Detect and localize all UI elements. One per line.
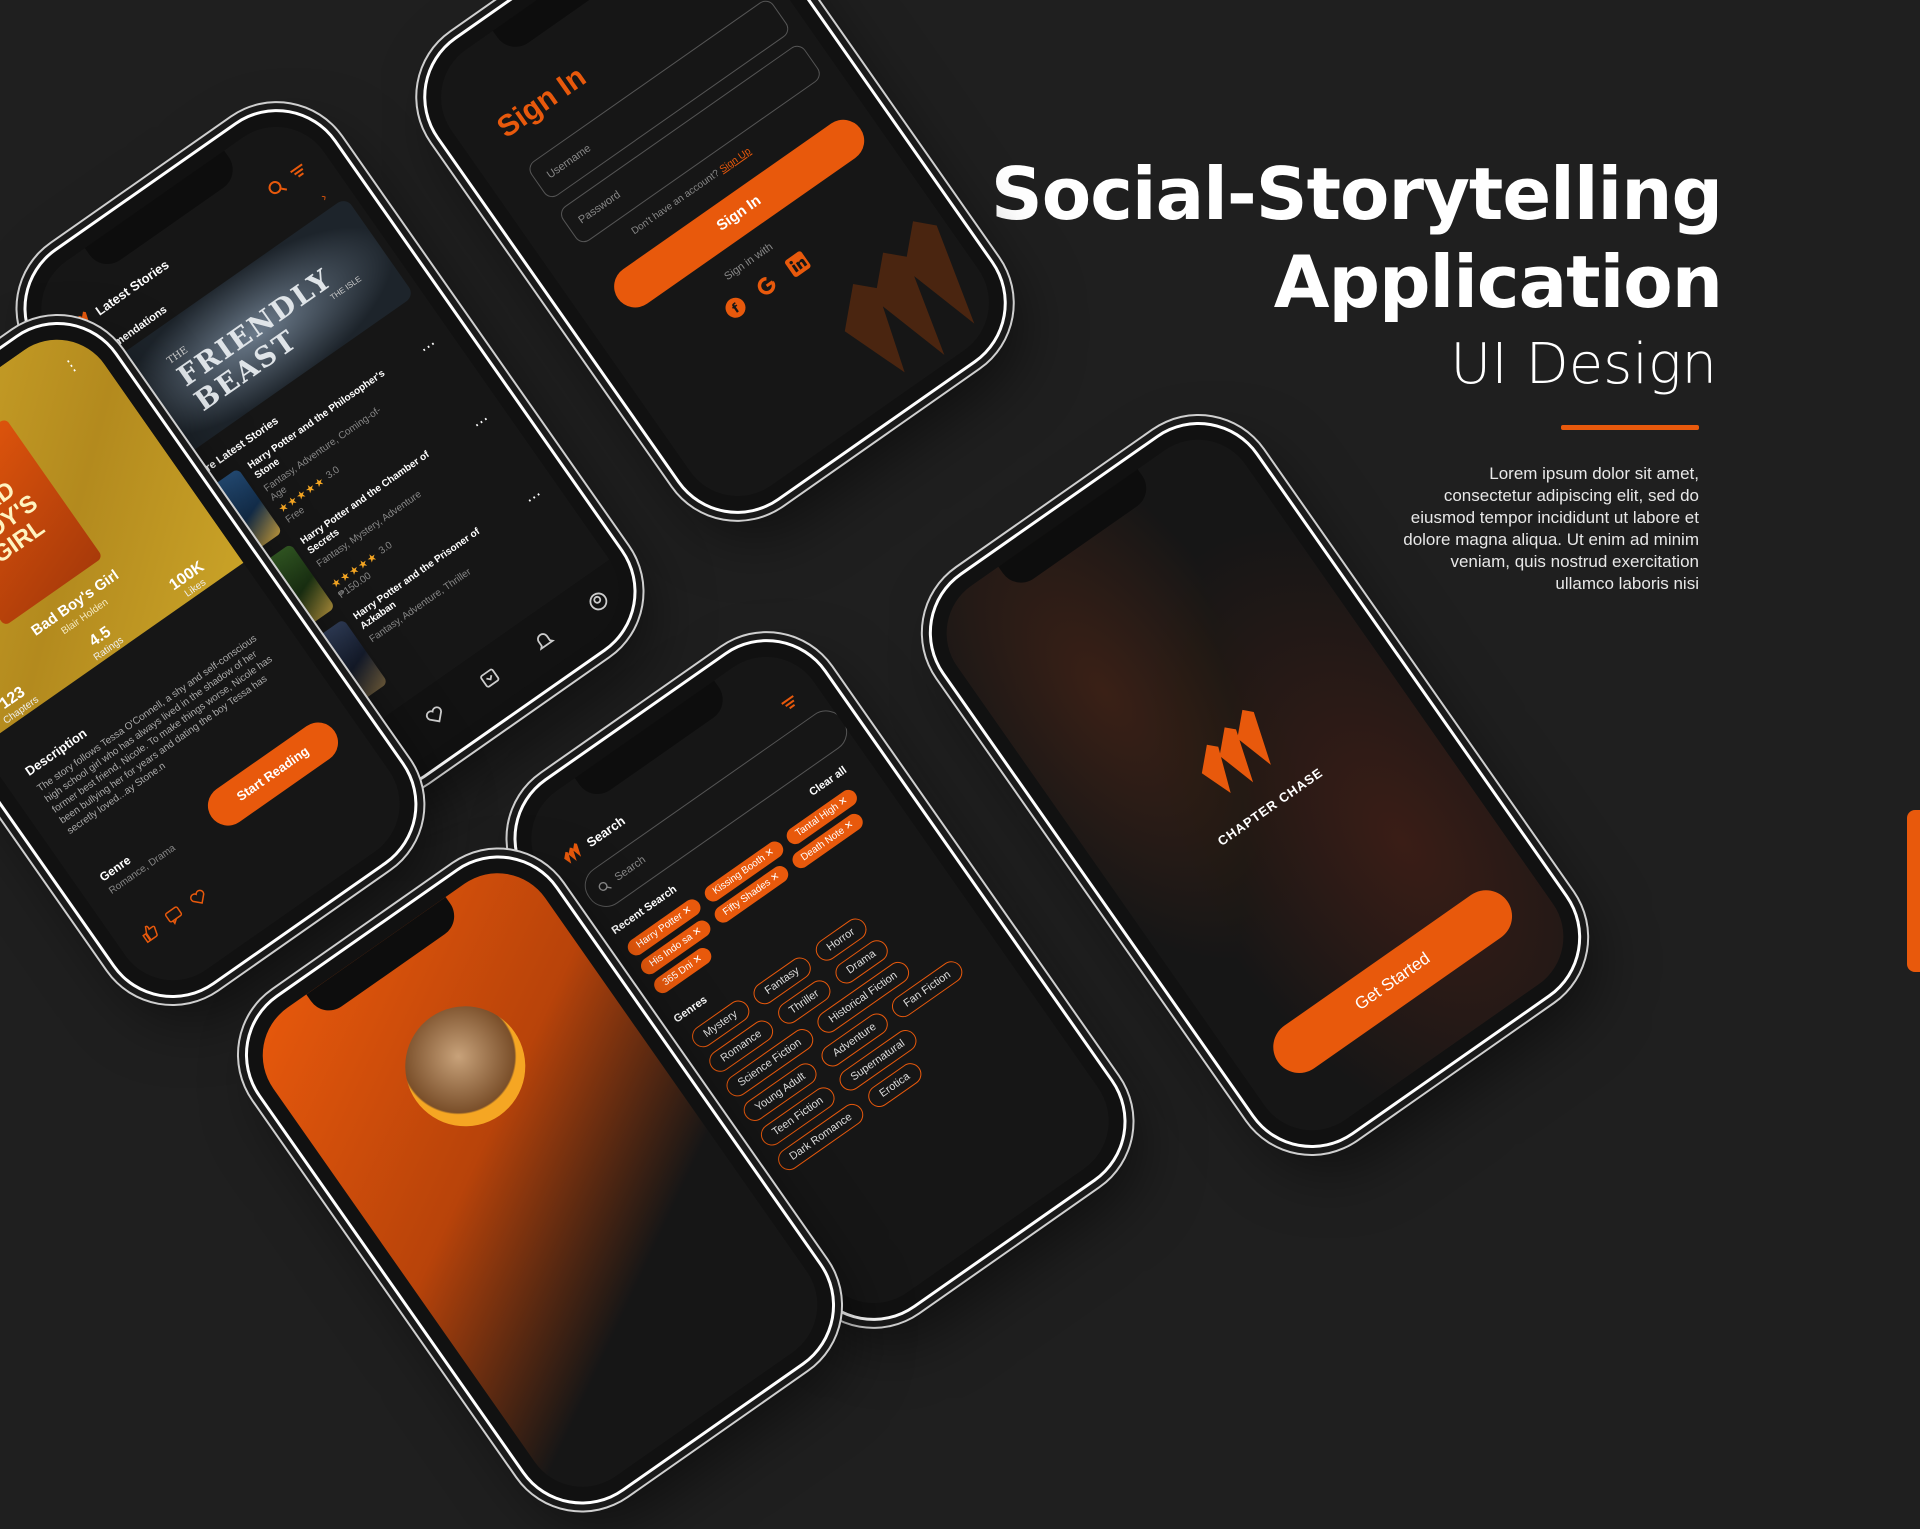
featured-title: FRIENDLY BEAST — [171, 261, 339, 418]
edge-accent-tab — [1907, 810, 1920, 972]
book-cover-text: BAD BOY'S GIRL — [0, 476, 50, 569]
heart-icon[interactable] — [421, 702, 449, 730]
book-actions — [137, 886, 211, 945]
search-icon — [598, 881, 612, 891]
hero-description: Lorem ipsum dolor sit amet, consectetur … — [1403, 464, 1699, 593]
filter-icon[interactable] — [288, 160, 310, 182]
signup-link[interactable]: Sign Up — [718, 146, 753, 175]
facebook-icon[interactable]: f — [720, 292, 751, 323]
hero-title-line-2: Application — [1273, 240, 1723, 324]
bell-icon[interactable] — [530, 626, 558, 654]
profile-avatar — [381, 982, 549, 1150]
more-options-icon[interactable]: ⋯ — [522, 485, 547, 511]
splash-brand-block: CHAPTER CHASE — [1067, 622, 1418, 914]
chevron-right-icon[interactable]: › — [318, 190, 329, 204]
get-started-button[interactable]: Get Started — [1263, 879, 1523, 1084]
stories-header: Latest Stories — [67, 255, 172, 336]
accent-divider — [1561, 425, 1699, 430]
profile-icon[interactable] — [584, 588, 612, 616]
filter-icon[interactable] — [779, 692, 801, 714]
book-rating-value: 3.0 — [324, 464, 342, 482]
more-options-icon[interactable]: ⋯ — [416, 334, 441, 360]
thumbs-up-icon[interactable] — [137, 920, 162, 945]
hero-subtitle: UI Design — [1450, 332, 1717, 397]
brand-logo-icon — [564, 843, 582, 864]
more-options-icon[interactable]: ⋮ — [59, 353, 84, 379]
search-icon[interactable] — [265, 175, 290, 200]
more-options-icon[interactable]: ⋯ — [469, 409, 494, 435]
book-rating-value: 3.0 — [376, 539, 395, 557]
hero-title-line-1: Social-Storytelling — [990, 152, 1723, 236]
heart-icon[interactable] — [186, 886, 211, 911]
library-icon[interactable] — [476, 664, 504, 692]
google-icon[interactable] — [751, 271, 782, 302]
brand-watermark-icon — [844, 221, 975, 373]
hero-title: Social-Storytelling Application — [990, 150, 1723, 326]
search-title: Search — [583, 812, 628, 850]
comment-icon[interactable] — [162, 903, 187, 928]
